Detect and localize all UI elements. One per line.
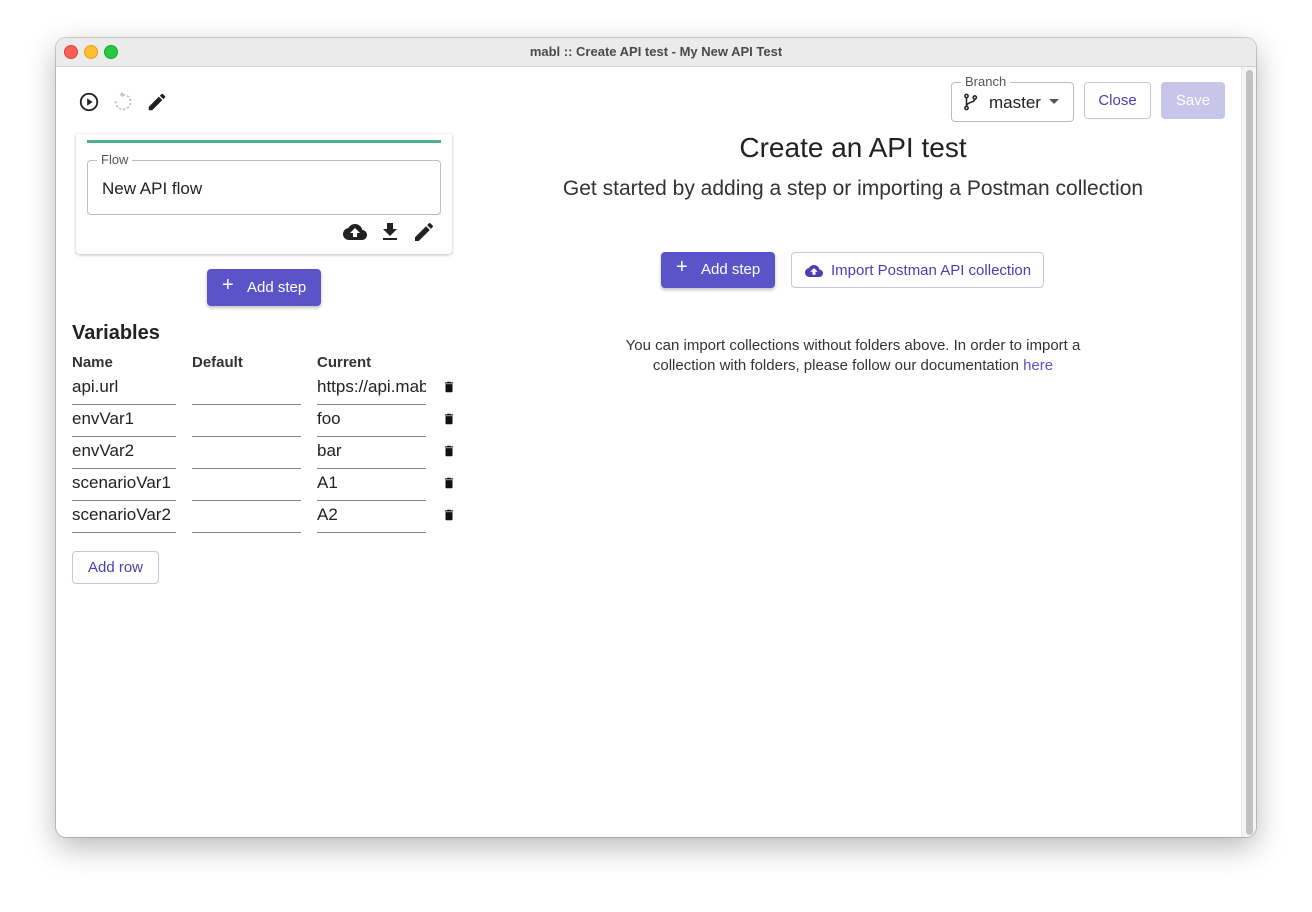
column-header-default: Default [192, 354, 243, 371]
window-title: mabl :: Create API test - My New API Tes… [529, 44, 783, 59]
variable-current-input[interactable]: bar [317, 435, 426, 469]
variable-name-input[interactable]: scenarioVar2 [72, 499, 176, 533]
import-note-line2: collection with folders, please follow o… [652, 357, 1019, 374]
variable-current-input[interactable]: A1 [317, 467, 426, 501]
import-note-line1: You can import collections without folde… [625, 337, 1081, 354]
delete-row-icon[interactable] [442, 380, 456, 394]
play-icon[interactable] [78, 91, 100, 113]
flow-status-bar [87, 140, 441, 143]
branch-select[interactable]: Branch master [951, 74, 1074, 122]
save-button[interactable]: Save [1161, 82, 1225, 119]
delete-row-icon[interactable] [442, 508, 456, 522]
import-postman-label: Import Postman API collection [831, 262, 1032, 279]
delete-row-icon[interactable] [442, 476, 456, 490]
delete-row-icon[interactable] [442, 444, 456, 458]
documentation-link[interactable]: here [1023, 357, 1053, 374]
cloud-upload-icon [805, 265, 823, 277]
branch-value: master [989, 93, 1041, 112]
cloud-upload-icon[interactable] [343, 220, 367, 244]
download-icon[interactable] [378, 220, 402, 244]
scrollbar-thumb[interactable] [1246, 70, 1253, 835]
chevron-down-icon [1049, 99, 1059, 104]
flow-name-field[interactable]: Flow New API flow [87, 152, 441, 215]
variable-name-input[interactable]: envVar2 [72, 435, 176, 469]
variable-default-input[interactable] [192, 499, 301, 533]
flow-name-value: New API flow [102, 179, 203, 198]
pencil-icon[interactable] [146, 91, 168, 113]
import-postman-button[interactable]: Import Postman API collection [791, 252, 1044, 288]
branch-label: Branch [961, 74, 1011, 89]
delete-row-icon[interactable] [442, 412, 456, 426]
variable-current-input[interactable]: https://api.mabl.com [317, 371, 426, 405]
variable-name-input[interactable]: scenarioVar1 [72, 467, 176, 501]
scrollbar[interactable] [1241, 67, 1256, 837]
git-branch-icon [964, 93, 978, 111]
edit-flow-icon[interactable] [412, 220, 436, 244]
close-button[interactable]: Close [1084, 82, 1151, 119]
column-header-current: Current [317, 354, 372, 371]
add-row-button[interactable]: Add row [72, 551, 159, 584]
reload-icon[interactable] [112, 91, 134, 113]
app-window: mabl :: Create API test - My New API Tes… [56, 38, 1256, 837]
variable-name-input[interactable]: api.url [72, 371, 176, 405]
import-note: You can import collections without folde… [596, 336, 1110, 376]
flow-label: Flow [97, 152, 133, 167]
variable-default-input[interactable] [192, 435, 301, 469]
title-bar: mabl :: Create API test - My New API Tes… [56, 38, 1256, 67]
variable-current-input[interactable]: foo [317, 403, 426, 437]
variables-title: Variables [72, 322, 160, 344]
variable-default-input[interactable] [192, 467, 301, 501]
plus-icon: + [676, 256, 688, 278]
flow-card: Flow New API flow [76, 134, 452, 254]
page-subtitle: Get started by adding a step or importin… [562, 177, 1144, 200]
variable-default-input[interactable] [192, 371, 301, 405]
add-step-button-left[interactable]: + Add step [207, 269, 321, 306]
add-step-button[interactable]: + Add step [661, 252, 775, 288]
add-step-label: Add step [247, 279, 307, 296]
column-header-name: Name [72, 354, 113, 371]
variable-default-input[interactable] [192, 403, 301, 437]
add-step-label: Add step [701, 261, 761, 278]
plus-icon: + [222, 274, 234, 296]
variable-name-input[interactable]: envVar1 [72, 403, 176, 437]
page-title: Create an API test [739, 132, 967, 163]
variable-current-input[interactable]: A2 [317, 499, 426, 533]
